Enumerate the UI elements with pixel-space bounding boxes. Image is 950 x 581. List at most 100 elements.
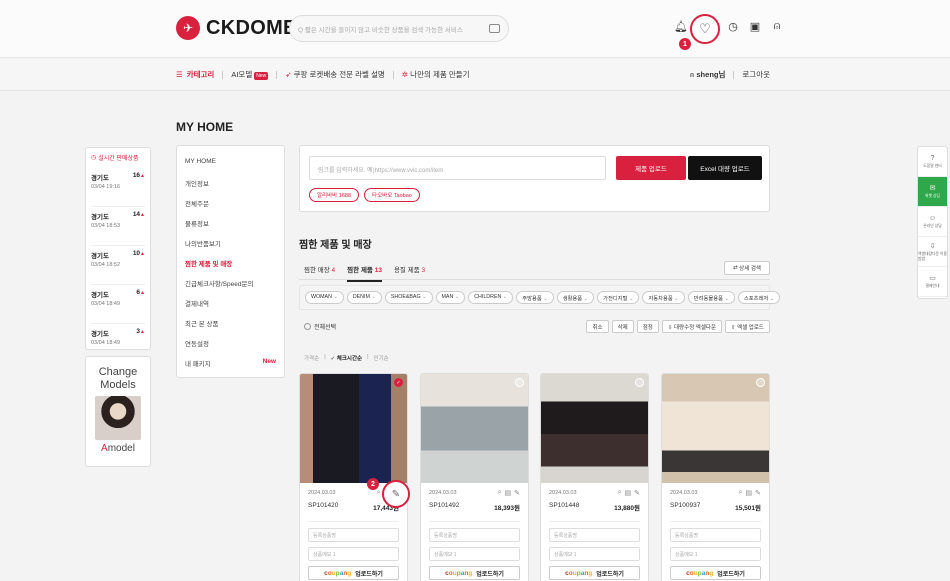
filter-chip[interactable]: 가전디지털 ⌄ <box>597 291 640 304</box>
logout-link[interactable]: 로그아웃 <box>742 69 770 80</box>
make-product-link[interactable]: ✲ 나만의 제품 만들기 <box>402 69 470 80</box>
edit-icon[interactable]: ✎ <box>382 480 410 508</box>
search-input[interactable]: Q 짧은 시간을 들이지 않고 비슷한 상품을 검색 가능한 서비스 <box>298 24 485 34</box>
product-name-field[interactable]: 등록상품명 <box>429 528 520 542</box>
menu-item[interactable]: 결제내역 <box>185 298 276 318</box>
quick-item[interactable]: ? 도움말 센터 <box>918 147 947 177</box>
search-icon[interactable]: ⌕ <box>498 489 502 497</box>
excel-upload-button[interactable]: Excel 대량 업로드 <box>688 156 762 180</box>
product-image[interactable] <box>421 374 528 483</box>
bell-icon[interactable]: 🔔︎ <box>674 20 688 33</box>
user-icon[interactable]: ⍝ <box>771 20 783 32</box>
quick-item[interactable]: ☺ 온라인 상담 <box>918 207 947 237</box>
realtime-item[interactable]: 경기도 6▲ 03/04 18:49 <box>91 285 145 324</box>
menu-item[interactable]: 긴급체크사항/Speed문의 <box>185 278 276 298</box>
sort-popular[interactable]: 인기순 <box>374 354 389 362</box>
product-name-field[interactable]: 등록상품명 <box>670 528 761 542</box>
menu-item[interactable]: MY HOME <box>185 158 276 178</box>
filter-chip[interactable]: 자동차용품 ⌄ <box>642 291 685 304</box>
coupang-label-link[interactable]: ➶ 쿠팡 로켓배송 전문 라벨 설명 <box>285 69 385 80</box>
coupang-upload-button[interactable]: coupang 업로드하기 <box>549 566 640 580</box>
menu-item[interactable]: 내 패키지 New <box>185 358 276 378</box>
clock-icon[interactable]: ◷ <box>727 20 739 33</box>
filter-chip[interactable]: CHILDREN ⌄ <box>468 291 514 304</box>
sort-price[interactable]: 가격순 <box>304 354 319 362</box>
realtime-item[interactable]: 경기도 14▲ 03/04 18:53 <box>91 207 145 246</box>
detail-search-button[interactable]: ⇄ 상세 검색 <box>724 261 770 275</box>
edit-icon[interactable]: ✎ <box>634 489 640 497</box>
product-image[interactable] <box>541 374 648 483</box>
edit-icon[interactable]: ✎ <box>755 489 761 497</box>
product-name-field[interactable]: 등록상품명 <box>308 528 399 542</box>
menu-item[interactable]: 연동설정 <box>185 338 276 358</box>
search-bar[interactable]: Q 짧은 시간을 들이지 않고 비슷한 상품을 검색 가능한 서비스 <box>289 15 509 42</box>
heart-icon[interactable]: ♡ <box>690 14 720 44</box>
quick-item[interactable]: ▭ 결제안내 <box>918 267 947 297</box>
product-upload-button[interactable]: 제품 업로드 <box>616 156 686 180</box>
radio-icon[interactable] <box>304 323 311 330</box>
menu-item[interactable]: 찜한 제품 및 매장 <box>185 258 276 278</box>
source-1688-tag[interactable]: 알리바바 1688 <box>309 188 360 202</box>
divider: | <box>324 354 326 360</box>
search-icon[interactable]: ⌕ <box>618 489 622 497</box>
product-card[interactable]: 2024.03.03 ⌕ ▤ ✎ SP101448 13,880원 등록상품명 상품메… <box>540 373 649 581</box>
menu-item[interactable]: 나의반품보기 <box>185 238 276 258</box>
checkbox[interactable] <box>515 378 524 387</box>
product-card[interactable]: ✓ 2024.03.03 ⌕▤✎ SP10142017,443원 등록상품명 상… <box>299 373 408 581</box>
action-button[interactable]: 삭제 <box>611 320 634 333</box>
filter-chip[interactable]: SHOE&BAG ⌄ <box>384 291 433 304</box>
checkbox[interactable] <box>635 378 644 387</box>
select-all[interactable]: 전체선택 <box>304 322 336 331</box>
user-name[interactable]: ⍝ sheng님 <box>690 69 726 80</box>
cart-icon[interactable]: ▣ <box>749 20 761 33</box>
edit-icon[interactable]: ✎ <box>514 489 520 497</box>
menu-item[interactable]: 물류정보 <box>185 218 276 238</box>
logo[interactable]: ✈ CKDOME <box>176 16 297 40</box>
product-name-field[interactable]: 등록상품명 <box>549 528 640 542</box>
filter-chip[interactable]: 반려동물용품 ⌄ <box>687 291 735 304</box>
action-button[interactable]: ⇧ 엑셀 업로드 <box>725 320 770 333</box>
product-image[interactable]: ✓ <box>300 374 407 483</box>
quick-item[interactable]: ⇩ 엑셀대량다운 이용방법 <box>918 237 947 267</box>
search-icon[interactable]: ⌕ <box>739 489 743 497</box>
filter-chip[interactable]: 스포츠레저 ⌄ <box>737 291 781 304</box>
quick-item[interactable]: ✉ 위챗 상담 <box>918 177 947 207</box>
camera-icon[interactable] <box>489 24 500 33</box>
filter-chip[interactable]: WOMAN ⌄ <box>305 291 344 304</box>
menu-item[interactable]: 개인정보 <box>185 178 276 198</box>
link-input[interactable]: 링크를 입력하세요. 예)https://www.vvic.com/item <box>309 156 606 180</box>
product-memo-field[interactable]: 상품메모 1 <box>308 547 399 561</box>
filter-chip[interactable]: MAN ⌄ <box>435 291 466 304</box>
product-card[interactable]: 2024.03.03 ⌕ ▤ ✎ SP101492 18,393원 등록상품명 상품메… <box>420 373 529 581</box>
category-menu[interactable]: ☰ 카테고리 <box>176 69 214 80</box>
coupang-upload-button[interactable]: coupang 업로드하기 <box>670 566 761 580</box>
menu-item[interactable]: 전체주문 <box>185 198 276 218</box>
search-icon[interactable]: ⌕ <box>377 489 381 497</box>
note-icon[interactable]: ▤ <box>625 489 632 497</box>
checkbox[interactable]: ✓ <box>394 378 403 387</box>
filter-chip[interactable]: 주방용품 ⌄ <box>516 291 554 304</box>
coupang-upload-button[interactable]: coupang 업로드하기 <box>429 566 520 580</box>
action-button[interactable]: 취소 <box>586 320 609 333</box>
menu-item[interactable]: 최근 본 상품 <box>185 318 276 338</box>
product-image[interactable] <box>662 374 769 483</box>
change-models-panel[interactable]: Change Models Amodel <box>85 356 151 467</box>
realtime-item[interactable]: 경기도 16▲ 03/04 19:16 <box>91 168 145 207</box>
source-taobao-tag[interactable]: 타오바오 Taobao <box>364 188 420 202</box>
checkbox[interactable] <box>756 378 765 387</box>
product-memo-field[interactable]: 상품메모 1 <box>429 547 520 561</box>
action-button[interactable]: ⇩ 대량수정 엑셀다운 <box>661 320 723 333</box>
filter-chip[interactable]: 생활용품 ⌄ <box>556 291 595 304</box>
realtime-item[interactable]: 경기도 10▲ 03/04 18:52 <box>91 246 145 285</box>
product-memo-field[interactable]: 상품메모 1 <box>670 547 761 561</box>
sort-check-time[interactable]: ✓ 체크시간순 <box>331 354 362 362</box>
action-button[interactable]: 점정 <box>636 320 659 333</box>
note-icon[interactable]: ▤ <box>505 489 512 497</box>
count: 3▲ <box>136 328 145 335</box>
coupang-upload-button[interactable]: coupang 업로드하기 <box>308 566 399 580</box>
filter-chip[interactable]: DENIM ⌄ <box>346 291 382 304</box>
product-memo-field[interactable]: 상품메모 1 <box>549 547 640 561</box>
product-card[interactable]: 2024.03.03 ⌕ ▤ ✎ SP100937 15,501원 등록상품명 상품메… <box>661 373 770 581</box>
note-icon[interactable]: ▤ <box>746 489 753 497</box>
ai-model-link[interactable]: AI모델 New <box>231 69 269 80</box>
